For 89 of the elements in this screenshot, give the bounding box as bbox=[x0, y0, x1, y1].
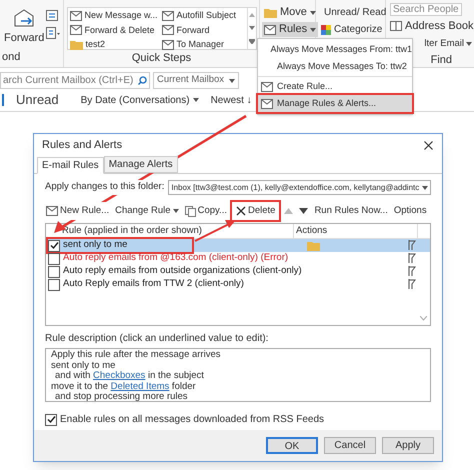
menu-item[interactable]: Create Rule... bbox=[258, 78, 412, 95]
quick-step-item[interactable]: test2 bbox=[86, 38, 106, 52]
envelope-icon bbox=[264, 24, 276, 34]
checkbox[interactable] bbox=[48, 240, 60, 252]
filter-icon bbox=[408, 253, 416, 264]
close-button[interactable] bbox=[422, 139, 434, 151]
book-icon bbox=[390, 21, 402, 32]
rule-row[interactable]: sent only to me bbox=[46, 239, 430, 252]
caret-icon bbox=[310, 28, 316, 32]
description-line: and stop processing more rules bbox=[54, 392, 189, 402]
menu-item[interactable]: Always Move Messages From: ttw1 bbox=[258, 41, 412, 58]
ribbon-button[interactable]: Categorize bbox=[321, 22, 385, 37]
rule-row[interactable]: Auto reply emails from @163.com (client-only) (Error) bbox=[46, 252, 430, 265]
tab[interactable]: Manage Alerts bbox=[104, 156, 178, 173]
close-icon bbox=[236, 206, 246, 216]
rule-name: sent only to me bbox=[63, 238, 128, 252]
copy-icon bbox=[184, 206, 196, 216]
group-label: Quick Steps bbox=[132, 51, 192, 66]
filter-icon bbox=[408, 240, 416, 251]
column-header[interactable]: Actions bbox=[294, 224, 418, 238]
unread-filter[interactable]: Unread bbox=[16, 90, 59, 110]
rule-row[interactable]: Auto reply emails from outside organizations (client-only) bbox=[46, 265, 430, 278]
address-book-button[interactable]: Address Book bbox=[390, 18, 474, 34]
description-line: move it to the Deleted Items folder bbox=[51, 382, 197, 392]
folder-icon bbox=[264, 8, 277, 18]
description-label: Rule description (click an underlined value to edit): bbox=[45, 332, 270, 346]
caret-icon bbox=[422, 186, 428, 190]
filter-icon bbox=[408, 266, 416, 277]
folder-dropdown[interactable]: Inbox [ttw3@test.com (1), kelly@extendoffice.com, kellytang@addintc bbox=[168, 180, 431, 195]
scope-dropdown[interactable]: Current Mailbox bbox=[153, 72, 239, 89]
caret-icon bbox=[229, 78, 235, 82]
rule-row[interactable]: Auto Reply emails from TTW 2 (client-only) bbox=[46, 278, 430, 291]
caret-icon bbox=[466, 42, 472, 46]
description-line: and with Checkboxes in the subject bbox=[54, 371, 205, 382]
quick-step-item[interactable]: New Message w... bbox=[84, 9, 158, 22]
filter-email-button[interactable]: lter Email bbox=[424, 36, 472, 51]
search-field[interactable]: arch Current Mailbox (Ctrl+E) bbox=[0, 72, 150, 89]
caret-icon bbox=[172, 209, 179, 213]
checkbox[interactable] bbox=[48, 266, 60, 278]
toolbar-button[interactable]: New Rule... bbox=[45, 202, 110, 220]
search-icon bbox=[138, 76, 147, 85]
envelope-icon bbox=[46, 206, 58, 216]
expand-icon[interactable] bbox=[248, 39, 254, 44]
ribbon-button[interactable]: Unread/ Read bbox=[321, 5, 385, 20]
dialog-button[interactable]: OK bbox=[266, 437, 318, 454]
checkbox[interactable] bbox=[48, 252, 60, 264]
quick-step-item[interactable]: Forward bbox=[176, 24, 210, 37]
description-line: Apply this rule after the message arrives bbox=[51, 350, 222, 360]
link[interactable]: Checkboxes bbox=[93, 370, 146, 381]
folder-icon bbox=[70, 40, 82, 50]
rule-name: Auto Reply emails from TTW 2 (client-only) bbox=[63, 277, 244, 292]
envelope-icon bbox=[70, 10, 82, 21]
menu-item[interactable]: Manage Rules & Alerts... bbox=[258, 95, 412, 112]
caret-icon bbox=[192, 98, 199, 102]
description-line: sent only to me bbox=[51, 360, 116, 371]
dialog-button[interactable]: Apply bbox=[382, 437, 434, 454]
filter-icon bbox=[408, 279, 416, 290]
forward-button[interactable]: Forward bbox=[4, 8, 44, 46]
tab[interactable]: E-mail Rules bbox=[37, 157, 104, 174]
window-title: Rules and Alerts bbox=[42, 138, 122, 153]
link[interactable]: Deleted Items bbox=[110, 380, 170, 392]
caret-icon bbox=[310, 10, 316, 14]
scroll-down-icon[interactable] bbox=[248, 26, 254, 30]
checkbox-label: Enable rules on all messages downloaded from RSS Feeds bbox=[60, 413, 324, 427]
envelope-icon bbox=[162, 10, 174, 21]
envelope-icon bbox=[261, 82, 273, 92]
rule-name: Auto reply emails from outside organizations (client-only) bbox=[63, 264, 302, 278]
group-label: Find bbox=[430, 52, 452, 68]
search-people-field[interactable]: Search People bbox=[390, 3, 462, 16]
quick-step-item[interactable]: To Manager bbox=[176, 38, 224, 52]
group-label: ond bbox=[1, 50, 22, 64]
rule-name: Auto reply emails from @163.com (client-only) (Error) bbox=[63, 251, 288, 266]
toolbar-button[interactable]: Delete bbox=[232, 202, 280, 220]
folder-icon bbox=[307, 240, 320, 250]
quick-step-item[interactable]: Forward & Delete bbox=[84, 24, 155, 37]
close-icon bbox=[424, 140, 432, 150]
ribbon-button[interactable]: Rules bbox=[262, 22, 318, 37]
envelope-icon bbox=[261, 98, 273, 108]
folder-label: Apply changes to this folder: bbox=[45, 180, 164, 195]
quick-step-item[interactable]: Autofill Subject bbox=[176, 9, 236, 22]
checkbox[interactable] bbox=[45, 414, 57, 426]
menu-item[interactable]: Always Move Messages To: ttw2 bbox=[258, 58, 412, 75]
search-placeholder: arch Current Mailbox (Ctrl+E) bbox=[3, 74, 134, 88]
color-grid-icon bbox=[321, 24, 331, 34]
order-button[interactable]: Newest ↓ bbox=[210, 92, 252, 108]
checkbox[interactable] bbox=[48, 278, 60, 290]
dialog-button[interactable]: Cancel bbox=[324, 437, 376, 454]
sort-dropdown[interactable]: By Date (Conversations) bbox=[80, 92, 199, 108]
ribbon-button[interactable]: Move bbox=[262, 5, 318, 20]
